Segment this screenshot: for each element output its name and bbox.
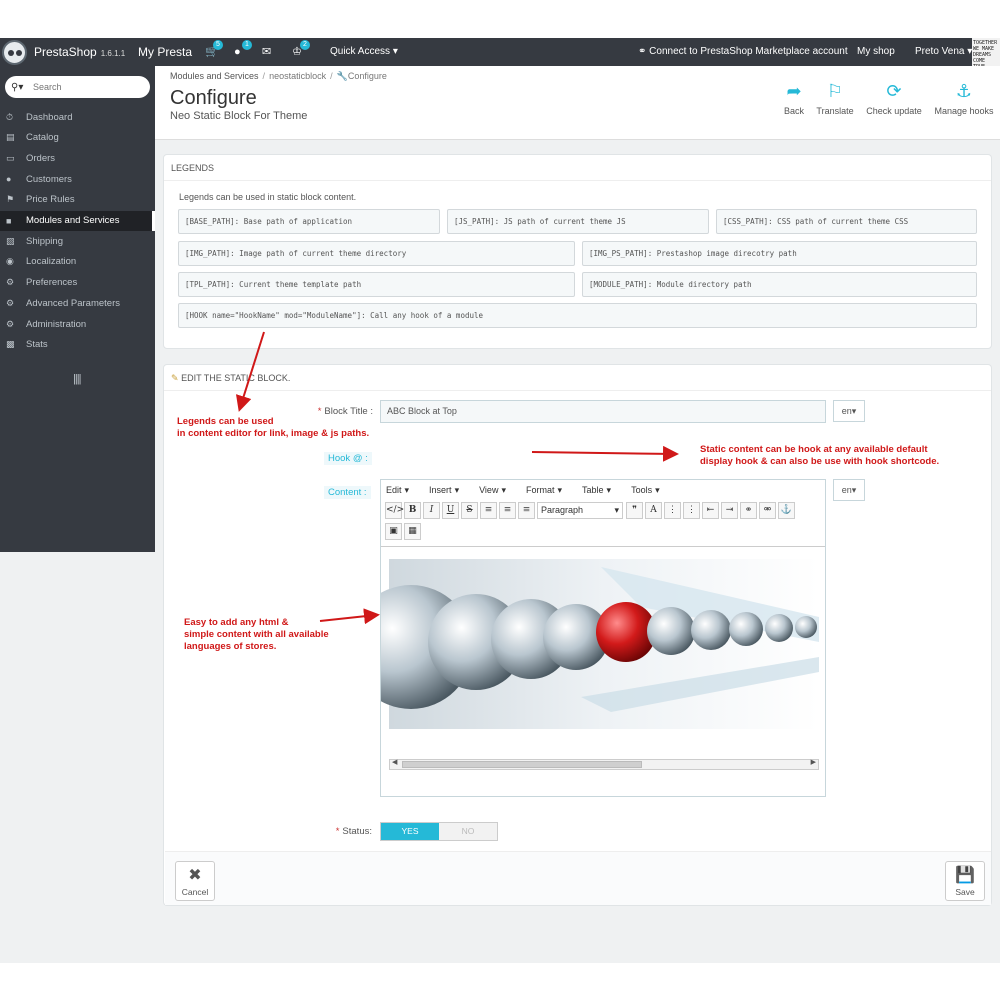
arrow-html: [319, 608, 380, 625]
arrow-legends: [235, 331, 265, 412]
annotation-arrows: [235, 331, 679, 625]
browser-frame: PrestaShop 1.6.1.1 My Presta 🛒 5 ● 1 ✉ ♔ 2 Q…: [0, 38, 1000, 963]
arrow-hook: [531, 445, 679, 462]
